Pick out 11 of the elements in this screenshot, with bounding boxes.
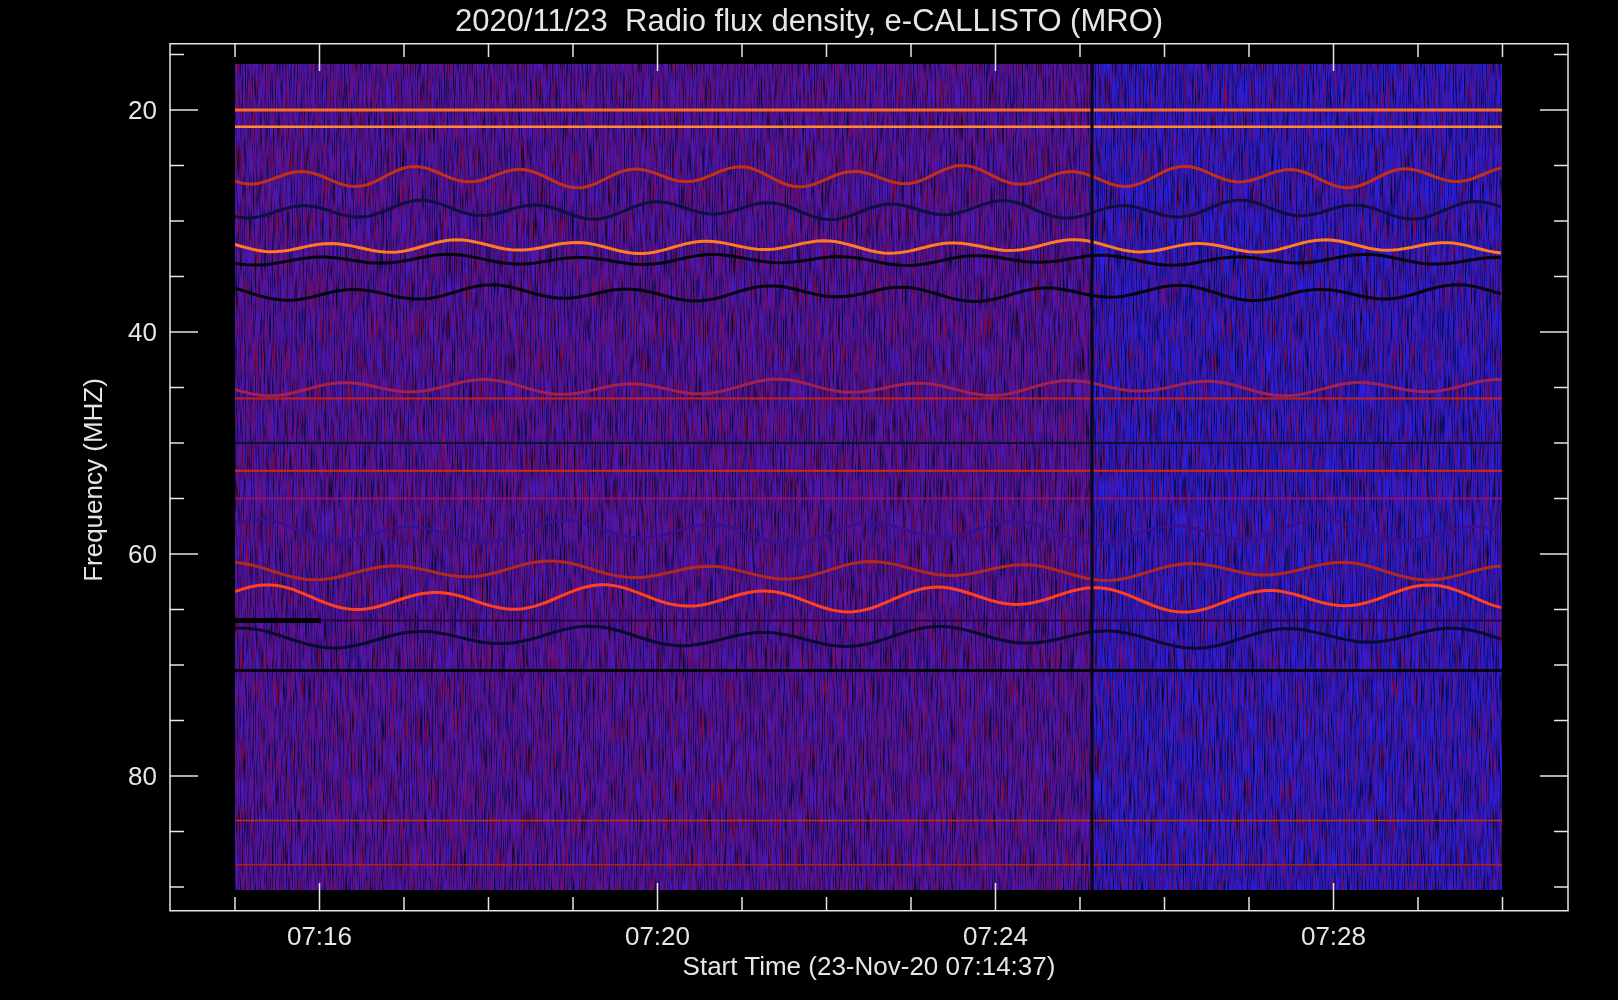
chart-title: 2020/11/23 Radio flux density, e-CALLISTO (MRO) — [454, 4, 1164, 39]
x-tick-label: 07:16 — [286, 921, 353, 951]
y-tick-label: 20 — [128, 95, 157, 125]
y-tick-label: 80 — [128, 761, 157, 791]
x-tick-label: 07:28 — [1300, 921, 1367, 951]
x-tick-label: 07:20 — [624, 921, 691, 951]
y-axis-title: Frequency (MHZ) — [78, 378, 108, 582]
y-tick-label: 60 — [128, 539, 157, 569]
x-tick-label: 07:24 — [962, 921, 1029, 951]
x-axis-title: Start Time (23-Nov-20 07:14:37) — [682, 951, 1056, 981]
y-tick-label: 40 — [128, 317, 157, 347]
